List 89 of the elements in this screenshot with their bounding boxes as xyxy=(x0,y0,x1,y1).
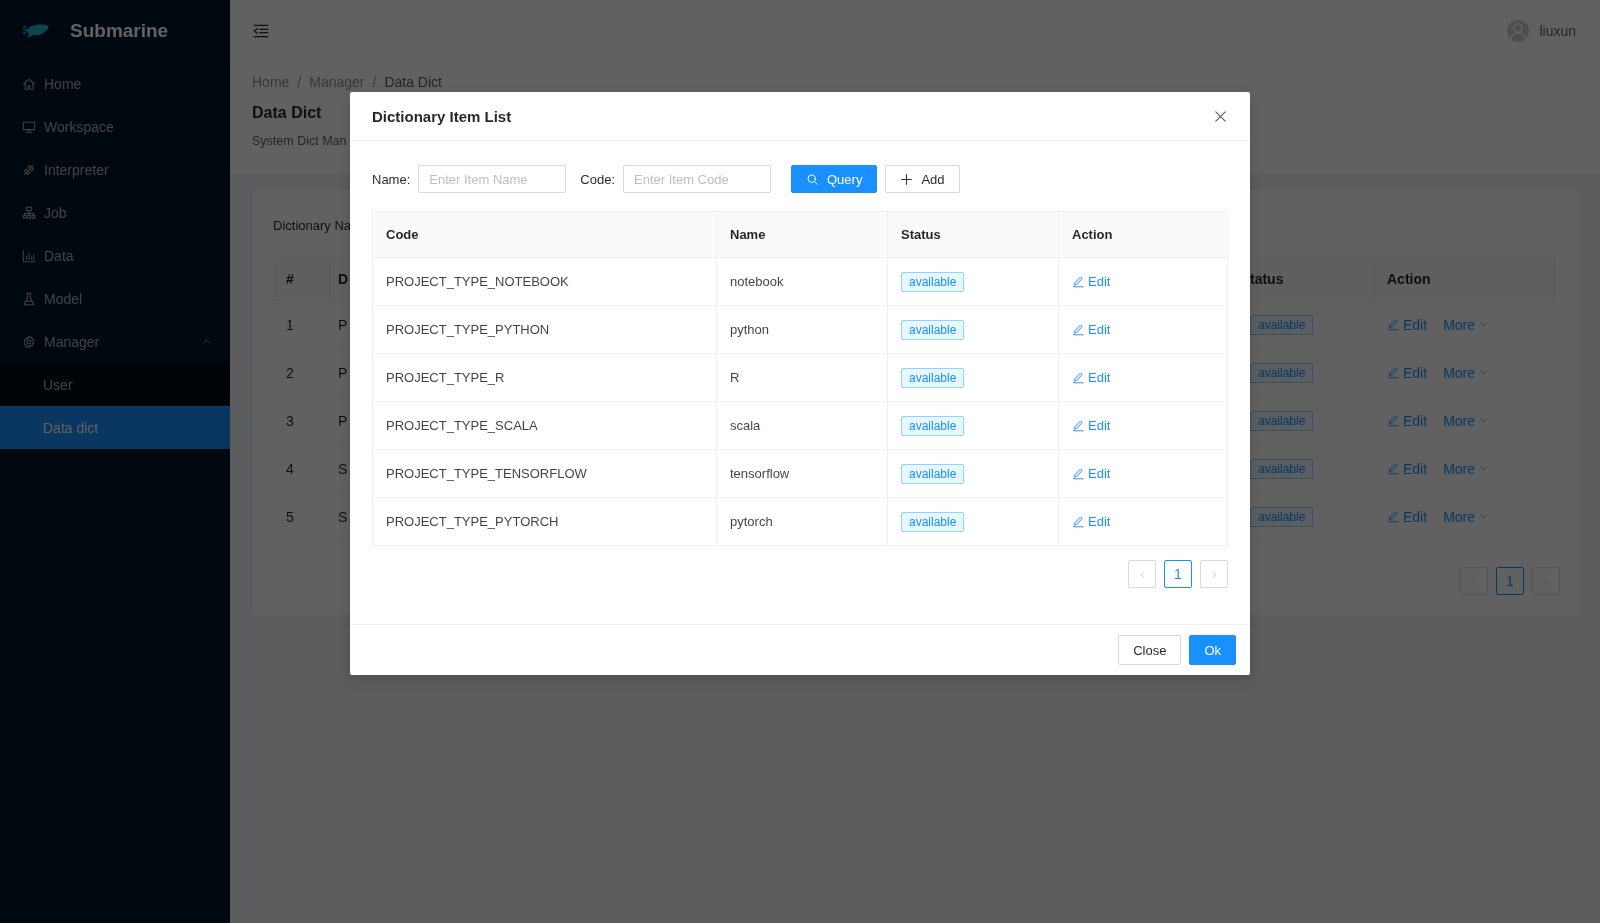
modal-title: Dictionary Item List xyxy=(372,107,512,125)
more-link[interactable]: More xyxy=(1443,508,1490,525)
table-cell: 2 xyxy=(273,349,330,397)
edit-icon xyxy=(1387,366,1400,379)
ok-button[interactable]: Ok xyxy=(1189,635,1236,665)
app-title: Submarine xyxy=(70,20,169,42)
filter-label: Dictionary Na xyxy=(273,218,353,233)
field-label: Code: xyxy=(580,171,615,187)
close-button[interactable]: Close xyxy=(1118,635,1182,665)
status-tag: available xyxy=(901,271,965,292)
table-cell: python xyxy=(717,306,888,354)
table-cell: scala xyxy=(717,402,888,450)
table-cell: 5 xyxy=(273,493,330,541)
table-cell: R xyxy=(717,354,888,402)
breadcrumb-separator: / xyxy=(372,74,377,90)
page-description: System Dict Man xyxy=(252,134,347,148)
edit-link[interactable]: Edit xyxy=(1387,508,1428,525)
menu-fold-icon[interactable] xyxy=(252,22,270,40)
edit-link[interactable]: Edit xyxy=(1072,466,1111,481)
status-tag: available xyxy=(901,367,965,388)
more-link[interactable]: More xyxy=(1443,316,1490,333)
user-name[interactable]: liuxun xyxy=(1539,23,1576,39)
add-button[interactable]: Add xyxy=(885,165,960,193)
edit-icon xyxy=(1387,318,1400,331)
edit-link[interactable]: Edit xyxy=(1387,364,1428,381)
page-button[interactable]: 1 xyxy=(1164,560,1192,588)
table-cell: 1 xyxy=(273,301,330,349)
nav-item[interactable]: Data dict xyxy=(0,406,230,449)
table-cell: PROJECT_TYPE_NOTEBOOK xyxy=(373,258,717,306)
table-cell: pytorch xyxy=(717,498,888,546)
column-header: Code xyxy=(373,212,717,258)
next-page-button[interactable] xyxy=(1200,560,1228,588)
column-header: Action xyxy=(1059,212,1229,258)
more-link[interactable]: More xyxy=(1443,460,1490,477)
edit-link[interactable]: Edit xyxy=(1387,412,1428,429)
table-cell: PROJECT_TYPE_R xyxy=(373,354,717,402)
column-header: Status xyxy=(888,212,1059,258)
breadcrumb-item: Data Dict xyxy=(384,74,442,90)
status-tag: available xyxy=(901,463,965,484)
edit-icon xyxy=(1072,419,1085,432)
edit-icon xyxy=(1072,371,1085,384)
query-button[interactable]: Query xyxy=(791,165,878,193)
status-tag: available xyxy=(901,319,965,340)
input-field[interactable]: Enter Item Name xyxy=(418,165,567,193)
edit-link[interactable]: Edit xyxy=(1072,370,1111,385)
table-cell: notebook xyxy=(717,258,888,306)
edit-link[interactable]: Edit xyxy=(1072,274,1111,289)
status-tag: available xyxy=(1250,314,1314,335)
page-button[interactable]: 1 xyxy=(1496,567,1524,595)
status-tag: available xyxy=(901,415,965,436)
edit-link[interactable]: Edit xyxy=(1072,322,1111,337)
table-cell: 4 xyxy=(273,445,330,493)
prev-page-button[interactable] xyxy=(1128,560,1156,588)
edit-link[interactable]: Edit xyxy=(1072,418,1111,433)
status-tag: available xyxy=(1250,458,1314,479)
column-header: Action xyxy=(1374,257,1555,301)
edit-icon xyxy=(1387,510,1400,523)
edit-link[interactable]: Edit xyxy=(1387,316,1428,333)
table-cell: 3 xyxy=(273,397,330,445)
plus-icon xyxy=(900,172,914,186)
column-header: Name xyxy=(717,212,888,258)
edit-icon xyxy=(1387,414,1400,427)
column-header: tatus xyxy=(1250,257,1374,301)
table-cell: PROJECT_TYPE_SCALA xyxy=(373,402,717,450)
status-tag: available xyxy=(1250,506,1314,527)
status-tag: available xyxy=(901,511,965,532)
column-header: # xyxy=(273,257,330,301)
more-link[interactable]: More xyxy=(1443,364,1490,381)
field-label: Name: xyxy=(372,171,411,187)
edit-link[interactable]: Edit xyxy=(1387,460,1428,477)
table-cell: PROJECT_TYPE_PYTHON xyxy=(373,306,717,354)
edit-icon xyxy=(1072,323,1085,336)
logo-icon xyxy=(22,21,50,41)
status-tag: available xyxy=(1250,410,1314,431)
table-cell: PROJECT_TYPE_PYTORCH xyxy=(373,498,717,546)
edit-icon xyxy=(1387,462,1400,475)
status-tag: available xyxy=(1250,362,1314,383)
search-icon xyxy=(806,172,819,186)
page-title: Data Dict xyxy=(252,104,322,122)
input-field[interactable]: Enter Item Code xyxy=(623,165,771,193)
edit-icon xyxy=(1072,515,1085,528)
table-cell: PROJECT_TYPE_TENSORFLOW xyxy=(373,450,717,498)
edit-icon xyxy=(1072,275,1085,288)
breadcrumb-separator: / xyxy=(297,74,302,90)
table-cell: tensorflow xyxy=(717,450,888,498)
close-button[interactable] xyxy=(1213,108,1228,124)
edit-link[interactable]: Edit xyxy=(1072,514,1111,529)
more-link[interactable]: More xyxy=(1443,412,1490,429)
edit-icon xyxy=(1072,467,1085,480)
